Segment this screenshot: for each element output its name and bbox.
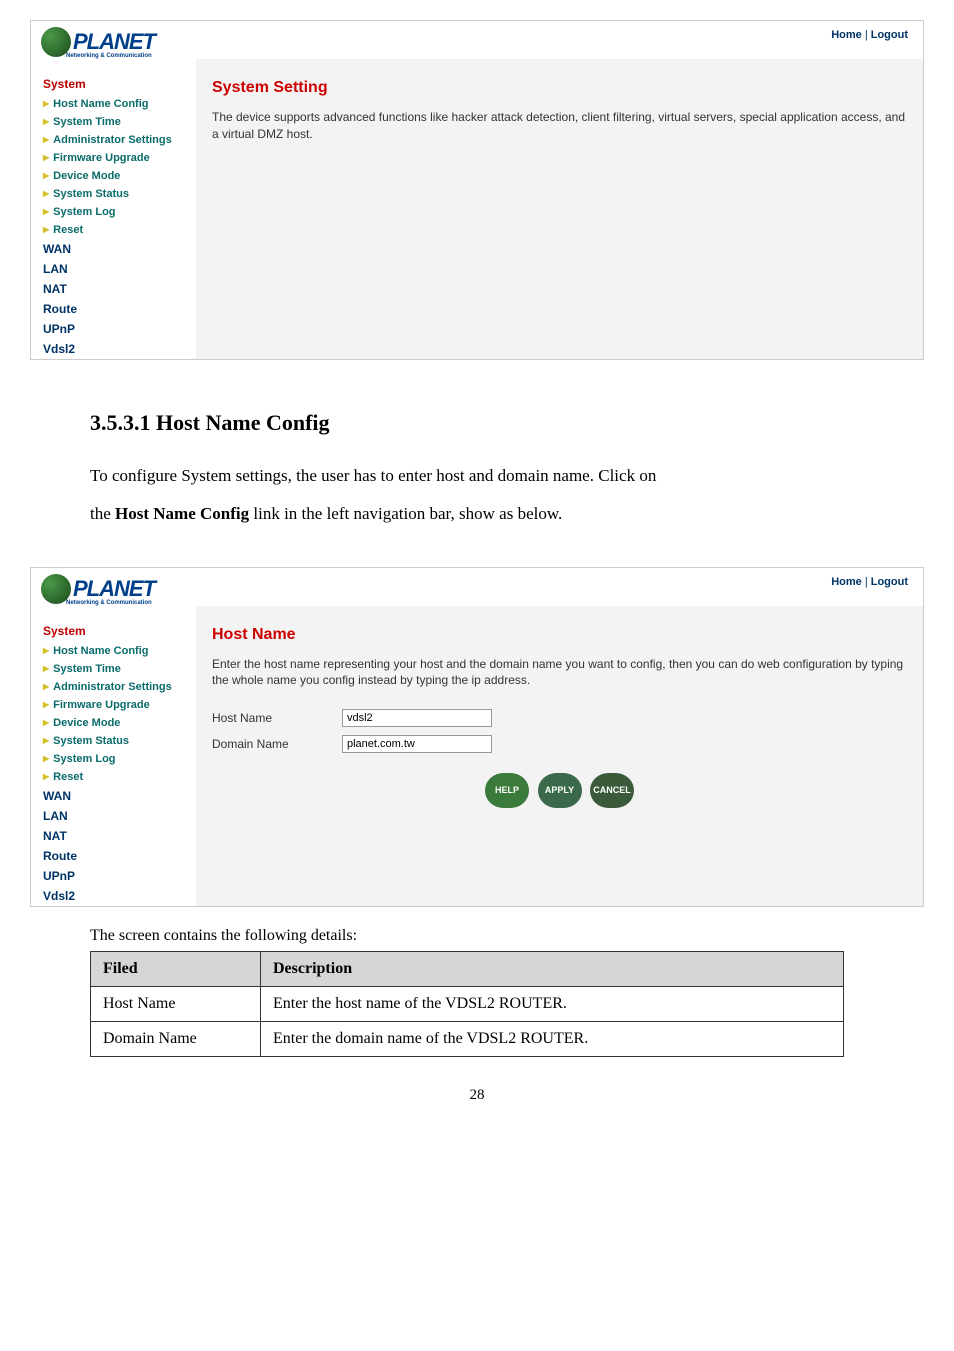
sidebar-route[interactable]: Route [43,846,196,866]
sidebar-nat[interactable]: NAT [43,826,196,846]
sidebar-lan[interactable]: LAN [43,259,196,279]
table-row: Domain Name Enter the domain name of the… [91,1021,844,1056]
logo-swirl-icon [41,27,71,57]
sidebar-upnp[interactable]: UPnP [43,319,196,339]
hostname-label: Host Name [212,711,342,725]
sidebar-admin-settings[interactable]: Administrator Settings [43,131,196,149]
button-row: HELP APPLY CANCEL [212,773,907,808]
system-setting-screenshot: PLANET Networking & Communication Home |… [30,20,924,360]
content-area: Host Name Enter the host name representi… [196,606,923,906]
table-header-filed: Filed [91,951,261,986]
content-title: Host Name [212,626,907,644]
sidebar-reset[interactable]: Reset [43,768,196,786]
sidebar-wan[interactable]: WAN [43,786,196,806]
domain-row: Domain Name [212,735,907,753]
content-desc: The device supports advanced functions l… [212,109,907,143]
sidebar-firmware-upgrade[interactable]: Firmware Upgrade [43,696,196,714]
sidebar-device-mode[interactable]: Device Mode [43,167,196,185]
logo-text: PLANET [73,576,155,602]
sidebar-wan[interactable]: WAN [43,239,196,259]
sidebar-vdsl2[interactable]: Vdsl2 [43,886,196,906]
sidebar-system[interactable]: System [43,77,196,91]
sidebar-system-time[interactable]: System Time [43,113,196,131]
logo-text: PLANET [73,29,155,55]
sidebar-firmware-upgrade[interactable]: Firmware Upgrade [43,149,196,167]
table-row: Host Name Enter the host name of the VDS… [91,986,844,1021]
table-header-desc: Description [261,951,844,986]
doc-heading: 3.5.3.1 Host Name Config [90,410,864,436]
sidebar-system-time[interactable]: System Time [43,660,196,678]
sidebar-device-mode[interactable]: Device Mode [43,714,196,732]
sidebar-host-name-config[interactable]: Host Name Config [43,95,196,113]
sidebar-system-log[interactable]: System Log [43,203,196,221]
apply-button[interactable]: APPLY [538,773,582,808]
logout-link[interactable]: Logout [871,576,908,588]
sidebar-system-status[interactable]: System Status [43,732,196,750]
page-number: 28 [0,1087,954,1124]
doc-para1: To configure System settings, the user h… [90,460,864,492]
sidebar-system-status[interactable]: System Status [43,185,196,203]
home-link[interactable]: Home [831,29,862,41]
sidebar-system[interactable]: System [43,624,196,638]
sidebar-system-log[interactable]: System Log [43,750,196,768]
sidebar: System Host Name Config System Time Admi… [31,59,196,359]
logo: PLANET [31,568,196,604]
cancel-button[interactable]: CANCEL [590,773,634,808]
sidebar-admin-settings[interactable]: Administrator Settings [43,678,196,696]
top-bar: Home | Logout [196,21,923,51]
sidebar-nat[interactable]: NAT [43,279,196,299]
table-header-row: Filed Description [91,951,844,986]
help-button[interactable]: HELP [485,773,529,808]
domain-label: Domain Name [212,737,342,751]
content-desc: Enter the host name representing your ho… [212,656,907,690]
details-table: Filed Description Host Name Enter the ho… [90,951,844,1057]
sidebar-reset[interactable]: Reset [43,221,196,239]
home-link[interactable]: Home [831,576,862,588]
logo-swirl-icon [41,574,71,604]
doc-section: 3.5.3.1 Host Name Config To configure Sy… [0,380,954,547]
sidebar-vdsl2[interactable]: Vdsl2 [43,339,196,359]
hostname-input[interactable] [342,709,492,727]
content-title: System Setting [212,79,907,97]
table-caption: The screen contains the following detail… [90,927,864,945]
logo: PLANET [31,21,196,57]
doc-para2: the Host Name Config link in the left na… [90,498,864,530]
host-name-screenshot: PLANET Networking & Communication Home |… [30,567,924,907]
sidebar-host-name-config[interactable]: Host Name Config [43,642,196,660]
top-bar: Home | Logout [196,568,923,598]
sidebar-lan[interactable]: LAN [43,806,196,826]
sidebar: System Host Name Config System Time Admi… [31,606,196,906]
hostname-row: Host Name [212,709,907,727]
sidebar-upnp[interactable]: UPnP [43,866,196,886]
domain-input[interactable] [342,735,492,753]
logout-link[interactable]: Logout [871,29,908,41]
sidebar-route[interactable]: Route [43,299,196,319]
content-area: System Setting The device supports advan… [196,59,923,359]
